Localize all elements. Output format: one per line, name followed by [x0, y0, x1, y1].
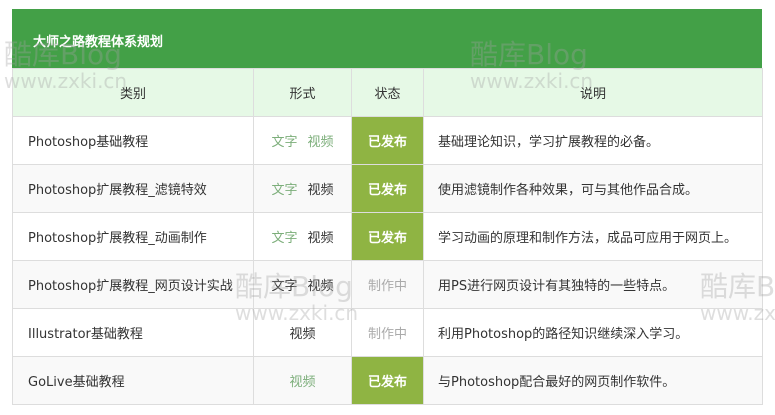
table-row: Photoshop扩展教程_滤镜特效 文字 视频 已发布 使用滤镜制作各种效果，可与其他…: [12, 164, 763, 213]
column-header-format: 形式: [253, 68, 352, 117]
description-cell: 与Photoshop配合最好的网页制作软件。: [423, 356, 763, 405]
format-text-link[interactable]: 文字: [271, 231, 297, 246]
table-row: Photoshop扩展教程_动画制作 文字 视频 已发布 学习动画的原理和制作方法，成品…: [12, 212, 763, 261]
status-badge: 制作中: [351, 260, 424, 309]
format-video-link[interactable]: 视频: [308, 135, 334, 150]
table-header-row: 类别 形式 状态 说明: [12, 68, 763, 117]
format-cell: 视频: [253, 356, 352, 405]
category-cell: Photoshop扩展教程_动画制作: [12, 212, 254, 261]
format-video-link[interactable]: 视频: [289, 327, 315, 342]
table-row: Photoshop基础教程 文字 视频 已发布 基础理论知识，学习扩展教程的必备。: [12, 116, 763, 165]
description-cell: 利用Photoshop的路径知识继续深入学习。: [423, 308, 763, 357]
format-text-link[interactable]: 文字: [271, 183, 297, 198]
status-badge: 已发布: [351, 212, 424, 261]
category-cell: Photoshop基础教程: [12, 116, 254, 165]
category-cell: Illustrator基础教程: [12, 308, 254, 357]
format-video-link[interactable]: 视频: [308, 231, 334, 246]
category-cell: Photoshop扩展教程_网页设计实战: [12, 260, 254, 309]
table-row: Photoshop扩展教程_网页设计实战 文字 视频 制作中 用PS进行网页设计有其独特…: [12, 260, 763, 309]
status-badge: 制作中: [351, 308, 424, 357]
format-text-link[interactable]: 文字: [271, 135, 297, 150]
description-cell: 使用滤镜制作各种效果，可与其他作品合成。: [423, 164, 763, 213]
table-row: Illustrator基础教程 视频 制作中 利用Photoshop的路径知识继续深入…: [12, 308, 763, 357]
status-badge: 已发布: [351, 356, 424, 405]
description-cell: 用PS进行网页设计有其独特的一些特点。: [423, 260, 763, 309]
table-row: GoLive基础教程 视频 已发布 与Photoshop配合最好的网页制作软件。: [12, 356, 763, 405]
format-video-link[interactable]: 视频: [308, 279, 334, 294]
tutorial-table: 类别 形式 状态 说明 Photoshop基础教程 文字 视频 已发布 基础理论知识，学…: [12, 68, 763, 405]
format-video-link[interactable]: 视频: [308, 183, 334, 198]
format-video-link[interactable]: 视频: [289, 375, 315, 390]
category-cell: Photoshop扩展教程_滤镜特效: [12, 164, 254, 213]
format-text-link[interactable]: 文字: [271, 279, 297, 294]
tutorial-plan-panel: 大师之路教程体系规划 类别 形式 状态 说明 Photoshop基础教程 文字 视频…: [12, 9, 763, 407]
column-header-category: 类别: [12, 68, 254, 117]
status-badge: 已发布: [351, 116, 424, 165]
format-cell: 文字 视频: [253, 260, 352, 309]
category-cell: GoLive基础教程: [12, 356, 254, 405]
description-cell: 基础理论知识，学习扩展教程的必备。: [423, 116, 763, 165]
status-badge: 已发布: [351, 164, 424, 213]
format-cell: 文字 视频: [253, 212, 352, 261]
description-cell: 学习动画的原理和制作方法，成品可应用于网页上。: [423, 212, 763, 261]
column-header-description: 说明: [423, 68, 763, 117]
format-cell: 文字 视频: [253, 164, 352, 213]
panel-header: 大师之路教程体系规划: [12, 9, 762, 68]
panel-title: 大师之路教程体系规划: [33, 35, 164, 50]
format-cell: 文字 视频: [253, 116, 352, 165]
column-header-status: 状态: [351, 68, 424, 117]
format-cell: 视频: [253, 308, 352, 357]
